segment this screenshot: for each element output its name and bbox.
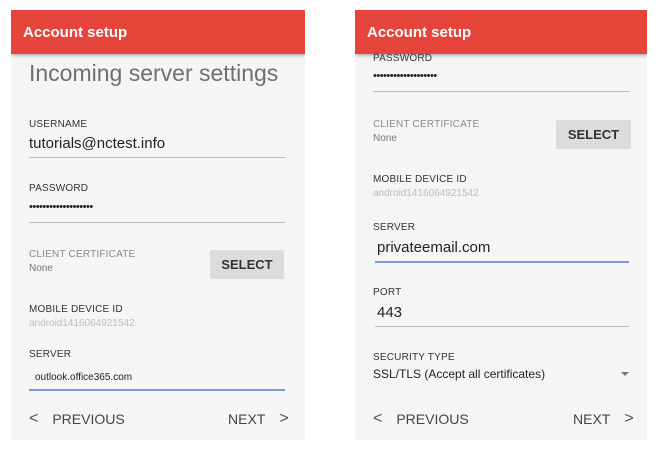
app-bar: Account setup (11, 10, 305, 54)
server-field[interactable]: privateemail.com (377, 239, 490, 256)
app-title: Account setup (367, 23, 472, 41)
client-certificate-value: None (373, 133, 397, 144)
mobile-device-id-value: android1416064921542 (29, 318, 135, 329)
chevron-right-icon: > (279, 410, 289, 427)
dropdown-arrow-icon[interactable] (621, 372, 629, 376)
page-title: Incoming server settings (29, 60, 279, 86)
app-bar: Account setup (355, 10, 647, 54)
chevron-left-icon: < (29, 410, 39, 427)
password-underline (373, 91, 629, 92)
server-label: SERVER (373, 222, 416, 233)
select-certificate-button[interactable]: SELECT (556, 120, 631, 149)
server-label: SERVER (29, 349, 72, 360)
client-certificate-label: CLIENT CERTIFICATE (29, 249, 136, 260)
username-label: USERNAME (29, 119, 88, 130)
left-screen: Account setup Incoming server settings U… (11, 10, 305, 440)
server-field[interactable]: outlook.office365.com (35, 372, 132, 383)
security-type-label: SECURITY TYPE (373, 352, 455, 363)
password-label: PASSWORD (29, 183, 89, 194)
mobile-device-id-label: MOBILE DEVICE ID (373, 174, 467, 185)
mobile-device-id-label: MOBILE DEVICE ID (29, 304, 123, 315)
port-field[interactable]: 443 (377, 304, 402, 321)
navigation-footer: < PREVIOUS NEXT > (355, 398, 647, 440)
password-underline (29, 222, 285, 223)
previous-button[interactable]: < PREVIOUS (373, 398, 469, 440)
client-certificate-label: CLIENT CERTIFICATE (373, 119, 480, 130)
next-label: NEXT (573, 411, 611, 427)
server-underline (375, 261, 629, 263)
previous-label: PREVIOUS (52, 411, 125, 427)
select-certificate-button[interactable]: SELECT (210, 250, 284, 279)
password-field[interactable]: ••••••••••••••••••• (29, 201, 93, 213)
right-screen: Account setup PASSWORD •••••••••••••••••… (355, 10, 647, 440)
previous-button[interactable]: < PREVIOUS (29, 398, 125, 440)
chevron-right-icon: > (624, 410, 634, 427)
port-label: PORT (373, 287, 402, 298)
previous-label: PREVIOUS (396, 411, 469, 427)
password-label: PASSWORD (373, 53, 433, 64)
navigation-footer: < PREVIOUS NEXT > (11, 398, 305, 440)
client-certificate-value: None (29, 263, 53, 274)
username-underline (29, 157, 285, 158)
username-field[interactable]: tutorials@nctest.info (29, 135, 165, 152)
port-underline (375, 326, 629, 327)
mobile-device-id-value: android1416064921542 (373, 188, 479, 199)
next-label: NEXT (228, 411, 266, 427)
app-title: Account setup (23, 23, 128, 41)
password-field[interactable]: ••••••••••••••••••• (373, 70, 437, 82)
next-button[interactable]: NEXT > (228, 398, 289, 440)
next-button[interactable]: NEXT > (573, 398, 634, 440)
server-underline (29, 389, 285, 391)
security-type-select[interactable]: SSL/TLS (Accept all certificates) (373, 367, 545, 381)
chevron-left-icon: < (373, 410, 383, 427)
